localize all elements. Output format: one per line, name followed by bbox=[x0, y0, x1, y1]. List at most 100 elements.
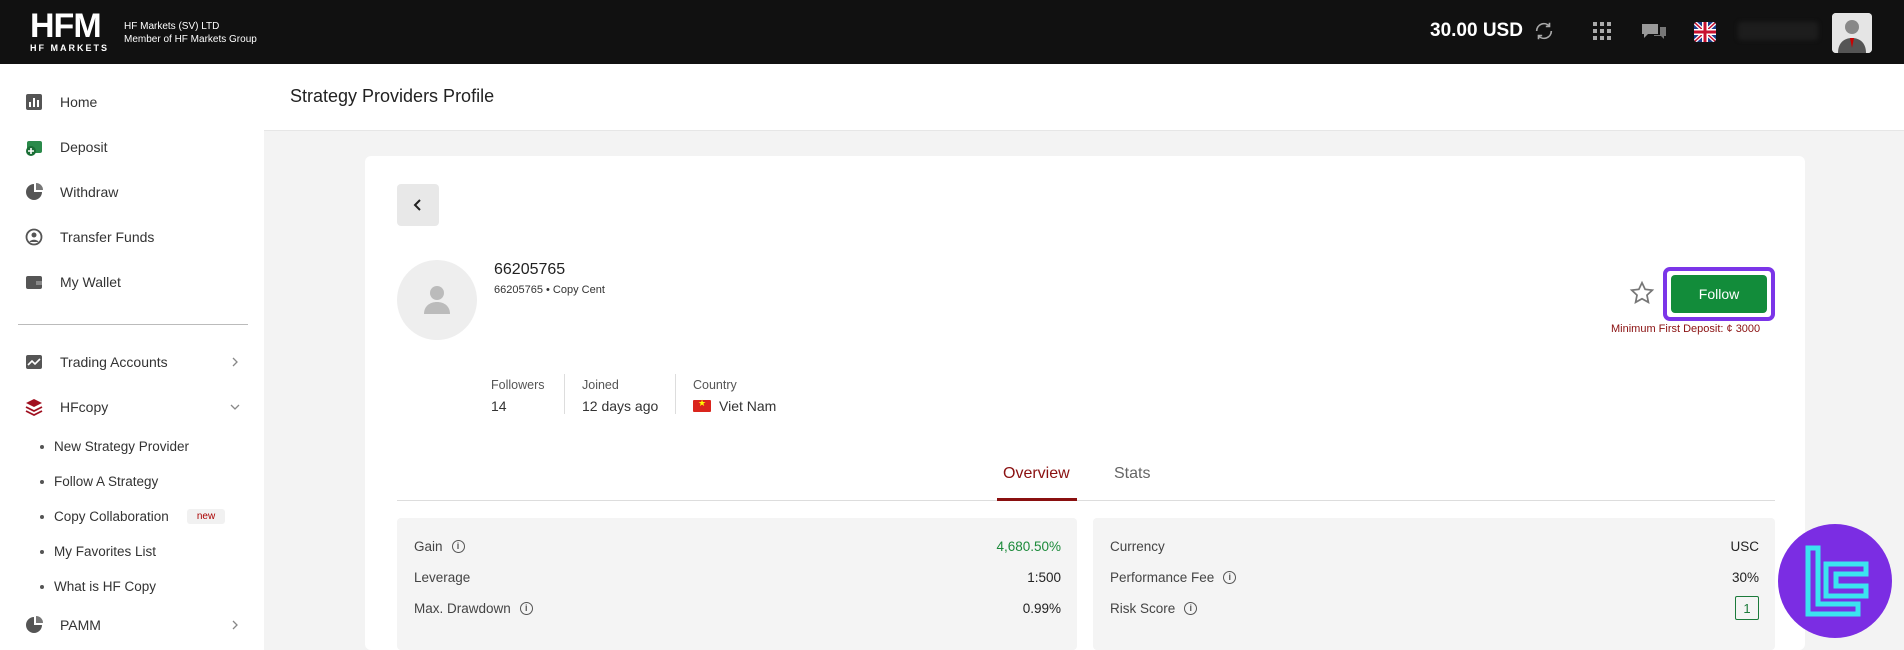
wallet-icon bbox=[26, 276, 42, 289]
logo-subtitle: HF MARKETS bbox=[30, 43, 109, 53]
hfm-logo[interactable]: HFM HF MARKETS bbox=[30, 7, 109, 53]
sidebar-item-label: Transfer Funds bbox=[60, 229, 155, 245]
submenu-follow-a-strategy[interactable]: Follow A Strategy bbox=[40, 474, 158, 489]
info-icon[interactable]: i bbox=[1223, 570, 1237, 584]
sidebar-item-label: Deposit bbox=[60, 139, 108, 155]
entity-info: HF Markets (SV) LTD Member of HF Markets… bbox=[124, 20, 257, 46]
username-blurred bbox=[1738, 22, 1818, 40]
apps-grid-icon[interactable] bbox=[1593, 22, 1611, 40]
stat-value: Viet Nam bbox=[693, 398, 776, 414]
balance-display: 30.00 USD bbox=[1430, 20, 1523, 41]
provider-name: 66205765 bbox=[494, 261, 566, 278]
sidebar-item-my-wallet[interactable]: My Wallet bbox=[0, 264, 264, 300]
performance-fee-row: Performance Fee i 30% bbox=[1110, 569, 1759, 585]
risk-score-row: Risk Score i 1 bbox=[1110, 596, 1759, 620]
follow-highlight: Follow bbox=[1663, 267, 1775, 321]
chevron-left-icon bbox=[413, 199, 421, 211]
chat-icon[interactable] bbox=[1640, 20, 1668, 44]
profile-card: 66205765 66205765 • Copy Cent Follow Min… bbox=[365, 156, 1805, 650]
active-tab-indicator bbox=[997, 498, 1077, 501]
risk-score-badge: 1 bbox=[1735, 596, 1759, 620]
leverage-value: 1:500 bbox=[1027, 569, 1061, 585]
watermark-icon bbox=[1805, 545, 1869, 617]
sidebar-divider bbox=[18, 324, 248, 325]
sidebar-item-deposit[interactable]: Deposit bbox=[0, 129, 264, 165]
refresh-icon[interactable] bbox=[1533, 20, 1555, 42]
logo-mark: HFM bbox=[30, 7, 102, 45]
bar-chart-icon bbox=[26, 94, 42, 110]
gain-value: 4,680.50% bbox=[996, 538, 1061, 554]
max-drawdown-value: 0.99% bbox=[1022, 600, 1061, 616]
bullet bbox=[40, 514, 44, 519]
back-button[interactable] bbox=[397, 184, 439, 226]
country-stat: Country Viet Nam bbox=[693, 378, 776, 414]
sidebar-item-transfer-funds[interactable]: Transfer Funds bbox=[0, 219, 264, 255]
stat-value: 14 bbox=[491, 398, 507, 414]
sidebar-item-label: Trading Accounts bbox=[60, 354, 168, 370]
stat-divider bbox=[675, 374, 676, 414]
chevron-down-icon bbox=[230, 404, 240, 410]
sidebar-item-label: PAMM bbox=[60, 617, 101, 633]
sidebar: Home Deposit Withdraw Transfer Funds My … bbox=[0, 64, 264, 650]
sidebar-item-trading-accounts[interactable]: Trading Accounts bbox=[0, 344, 264, 380]
tab-stats[interactable]: Stats bbox=[1114, 465, 1150, 483]
joined-stat: Joined 12 days ago bbox=[582, 378, 658, 414]
top-bar: HFM HF MARKETS HF Markets (SV) LTD Membe… bbox=[0, 0, 1904, 64]
vietnam-flag-icon bbox=[693, 398, 711, 412]
gain-row: Gain i 4,680.50% bbox=[414, 538, 1061, 554]
sidebar-item-label: My Wallet bbox=[60, 274, 121, 290]
info-icon[interactable]: i bbox=[451, 539, 465, 553]
stat-divider bbox=[564, 374, 565, 414]
stat-label: Joined bbox=[582, 378, 619, 392]
deposit-icon bbox=[26, 141, 42, 156]
stat-value: 12 days ago bbox=[582, 398, 659, 414]
submenu-copy-collaboration[interactable]: Copy Collaboration new bbox=[40, 509, 226, 524]
stat-label: Followers bbox=[491, 378, 545, 392]
sidebar-item-label: HFcopy bbox=[60, 399, 109, 415]
submenu-what-is-hf-copy[interactable]: What is HF Copy bbox=[40, 579, 156, 594]
layers-icon bbox=[25, 399, 43, 417]
user-avatar[interactable] bbox=[1832, 13, 1872, 53]
bullet bbox=[40, 584, 44, 589]
user-placeholder-icon bbox=[424, 286, 450, 314]
entity-group: Member of HF Markets Group bbox=[124, 34, 257, 45]
provider-avatar bbox=[397, 260, 477, 340]
pie-icon bbox=[26, 616, 43, 633]
sidebar-item-label: Withdraw bbox=[60, 184, 119, 200]
bullet bbox=[40, 549, 44, 554]
pie-chart-icon bbox=[26, 183, 43, 200]
overview-right-panel: Currency USC Performance Fee i 30% Risk S… bbox=[1093, 518, 1775, 650]
tab-overview[interactable]: Overview bbox=[1003, 465, 1070, 483]
max-drawdown-row: Max. Drawdown i 0.99% bbox=[414, 600, 1061, 616]
watermark-logo bbox=[1778, 524, 1892, 638]
tabs-divider bbox=[397, 500, 1775, 501]
entity-name: HF Markets (SV) LTD bbox=[124, 21, 220, 32]
uk-flag-icon[interactable] bbox=[1694, 22, 1716, 42]
leverage-row: Leverage 1:500 bbox=[414, 569, 1061, 585]
chevron-right-icon bbox=[232, 357, 238, 367]
new-badge: new bbox=[186, 509, 226, 524]
stat-label: Country bbox=[693, 378, 737, 392]
provider-subtitle: 66205765 • Copy Cent bbox=[494, 284, 605, 296]
sidebar-item-withdraw[interactable]: Withdraw bbox=[0, 174, 264, 210]
sidebar-item-pamm[interactable]: PAMM bbox=[0, 607, 264, 643]
favorite-star-icon[interactable] bbox=[1629, 280, 1655, 306]
min-deposit-text: Minimum First Deposit: ¢ 3000 bbox=[1611, 323, 1761, 335]
bullet bbox=[40, 479, 44, 484]
submenu-my-favorites-list[interactable]: My Favorites List bbox=[40, 544, 156, 559]
currency-row: Currency USC bbox=[1110, 538, 1759, 554]
info-icon[interactable]: i bbox=[519, 601, 533, 615]
transfer-icon bbox=[25, 228, 43, 246]
chevron-right-icon bbox=[232, 620, 238, 630]
performance-fee-value: 30% bbox=[1731, 569, 1759, 585]
sidebar-item-hfcopy[interactable]: HFcopy bbox=[0, 389, 264, 425]
currency-value: USC bbox=[1730, 538, 1759, 554]
trend-icon bbox=[26, 355, 42, 369]
follow-button[interactable]: Follow bbox=[1671, 275, 1767, 313]
sidebar-item-home[interactable]: Home bbox=[0, 84, 264, 120]
info-icon[interactable]: i bbox=[1184, 601, 1198, 615]
submenu-new-strategy-provider[interactable]: New Strategy Provider bbox=[40, 439, 189, 454]
overview-left-panel: Gain i 4,680.50% Leverage 1:500 Max. Draw… bbox=[397, 518, 1077, 650]
page-title: Strategy Providers Profile bbox=[290, 86, 495, 106]
bullet bbox=[40, 444, 44, 449]
